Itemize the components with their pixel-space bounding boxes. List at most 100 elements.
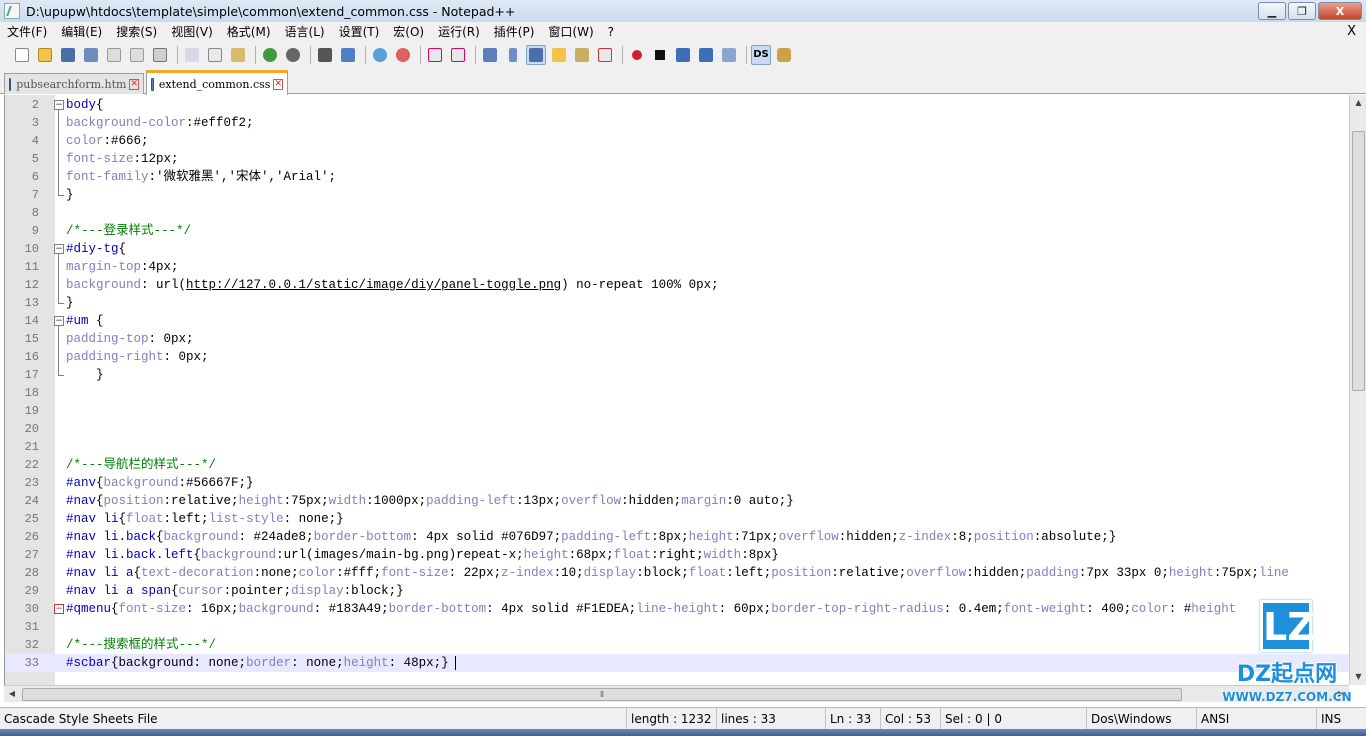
- record-macro-icon[interactable]: [627, 45, 647, 65]
- menu-file[interactable]: 文件(F): [0, 23, 54, 40]
- code-line[interactable]: 30 − #qmenu{font-size: 16px;background: #1…: [5, 600, 1351, 618]
- save-all-icon[interactable]: [81, 45, 101, 65]
- zoom-in-icon[interactable]: [370, 45, 390, 65]
- code-line[interactable]: 18: [5, 384, 1351, 402]
- code-line[interactable]: 28 #nav li a{text-decoration:none;color:#…: [5, 564, 1351, 582]
- code-line[interactable]: 21: [5, 438, 1351, 456]
- menu-macro[interactable]: 宏(O): [386, 23, 431, 40]
- code-line[interactable]: 32 /*---搜索框的样式---*/: [5, 636, 1351, 654]
- undo-icon[interactable]: [260, 45, 280, 65]
- fold-toggle-icon[interactable]: −: [54, 604, 64, 614]
- code-line[interactable]: 31: [5, 618, 1351, 636]
- code-token: background: [66, 278, 142, 292]
- play-macro-icon[interactable]: [673, 45, 693, 65]
- sync-horizontal-icon[interactable]: [448, 45, 468, 65]
- code-line[interactable]: 27 #nav li.back.left{background:url(image…: [5, 546, 1351, 564]
- code-line[interactable]: 2 − body{: [5, 96, 1351, 114]
- plugin-icon[interactable]: [774, 45, 794, 65]
- code-line[interactable]: 10 − #diy-tg{: [5, 240, 1351, 258]
- code-line[interactable]: 8: [5, 204, 1351, 222]
- fold-toggle-icon[interactable]: −: [54, 244, 64, 254]
- menu-settings[interactable]: 设置(T): [332, 23, 387, 40]
- scroll-right-icon[interactable]: ▶: [1333, 686, 1349, 702]
- indent-guide-icon[interactable]: [526, 44, 546, 65]
- menu-language[interactable]: 语言(L): [278, 23, 332, 40]
- code-line[interactable]: 5 font-size:12px;: [5, 150, 1351, 168]
- code-token: {: [118, 512, 127, 526]
- vertical-scrollbar[interactable]: ▲ ▼: [1349, 95, 1366, 685]
- word-wrap-icon[interactable]: [480, 45, 500, 65]
- find-icon[interactable]: [315, 45, 335, 65]
- menu-view[interactable]: 视图(V): [164, 23, 220, 40]
- close-all-icon[interactable]: [127, 45, 147, 65]
- doc-map-icon[interactable]: [572, 45, 592, 65]
- stop-macro-icon[interactable]: [650, 45, 670, 65]
- replace-icon[interactable]: [338, 45, 358, 65]
- save-icon[interactable]: [58, 45, 78, 65]
- copy-icon[interactable]: [205, 45, 225, 65]
- vertical-scroll-thumb[interactable]: [1352, 131, 1365, 391]
- scroll-left-icon[interactable]: ◀: [4, 686, 20, 702]
- code-line[interactable]: 22 /*---导航栏的样式---*/: [5, 456, 1351, 474]
- code-line[interactable]: 23 #anv{background:#56667F;}: [5, 474, 1351, 492]
- menu-format[interactable]: 格式(M): [220, 23, 278, 40]
- open-file-icon[interactable]: [35, 45, 55, 65]
- notepadpp-app-icon[interactable]: [4, 3, 20, 19]
- close-document-button[interactable]: X: [1347, 24, 1356, 39]
- menu-edit[interactable]: 编辑(E): [54, 23, 109, 40]
- minimize-button[interactable]: ▁: [1258, 2, 1286, 20]
- code-line[interactable]: 12 background: url(http://127.0.0.1/stati…: [5, 276, 1351, 294]
- function-list-icon[interactable]: [595, 45, 615, 65]
- show-all-chars-icon[interactable]: [503, 45, 523, 65]
- code-line[interactable]: 4 color:#666;: [5, 132, 1351, 150]
- redo-icon[interactable]: [283, 45, 303, 65]
- code-line[interactable]: 16 padding-right: 0px;: [5, 348, 1351, 366]
- code-line[interactable]: 17 }: [5, 366, 1351, 384]
- code-line[interactable]: 20: [5, 420, 1351, 438]
- code-line[interactable]: 19: [5, 402, 1351, 420]
- tab-close-icon[interactable]: ✕: [273, 78, 283, 90]
- code-line[interactable]: 24 #nav{position:relative;height:75px;wid…: [5, 492, 1351, 510]
- code-line[interactable]: 15 padding-top: 0px;: [5, 330, 1351, 348]
- code-line[interactable]: 14 − #um {: [5, 312, 1351, 330]
- menu-plugins[interactable]: 插件(P): [487, 23, 542, 40]
- paste-icon[interactable]: [228, 45, 248, 65]
- menu-run[interactable]: 运行(R): [431, 23, 487, 40]
- maximize-button[interactable]: ❐: [1288, 2, 1316, 20]
- scroll-up-icon[interactable]: ▲: [1352, 95, 1365, 111]
- code-line[interactable]: 25 #nav li{float:left;list-style: none;}: [5, 510, 1351, 528]
- menu-help[interactable]: ?: [601, 25, 621, 39]
- tab-pubsearchform[interactable]: pubsearchform.htm ✕: [4, 73, 144, 94]
- tab-extend-common[interactable]: extend_common.css ✕: [146, 70, 288, 95]
- code-line[interactable]: 13}: [5, 294, 1351, 312]
- tab-close-icon[interactable]: ✕: [129, 78, 139, 90]
- menu-search[interactable]: 搜索(S): [109, 23, 164, 40]
- ds-icon[interactable]: DS: [751, 44, 771, 65]
- horizontal-scrollbar[interactable]: ◀ ⦀ ▶: [4, 685, 1349, 702]
- new-file-icon[interactable]: [12, 45, 32, 65]
- fold-toggle-icon[interactable]: −: [54, 316, 64, 326]
- code-line[interactable]: 29 #nav li a span{cursor:pointer;display:…: [5, 582, 1351, 600]
- code-editor[interactable]: 2− body{3 background-color:#eff0f2; 4 color:…: [4, 95, 1351, 685]
- code-line[interactable]: 11 margin-top:4px;: [5, 258, 1351, 276]
- scroll-down-icon[interactable]: ▼: [1352, 669, 1365, 685]
- code-token: font-size: [381, 566, 449, 580]
- close-icon[interactable]: [104, 45, 124, 65]
- run-macro-multiple-icon[interactable]: [696, 45, 716, 65]
- code-line[interactable]: 6 font-family:'微软雅黑','宋体','Arial';: [5, 168, 1351, 186]
- code-line[interactable]: 26 #nav li.back{background: #24ade8;borde…: [5, 528, 1351, 546]
- horizontal-scroll-thumb[interactable]: ⦀: [22, 688, 1182, 701]
- menu-window[interactable]: 窗口(W): [541, 23, 600, 40]
- zoom-out-icon[interactable]: [393, 45, 413, 65]
- print-icon[interactable]: [150, 45, 170, 65]
- code-line[interactable]: 33 #scbar{background: none;border: none;h…: [5, 654, 1351, 672]
- close-button[interactable]: X: [1318, 2, 1362, 20]
- fold-toggle-icon[interactable]: −: [54, 100, 64, 110]
- user-defined-lang-icon[interactable]: [549, 45, 569, 65]
- code-line[interactable]: 9 /*---登录样式---*/: [5, 222, 1351, 240]
- sync-vertical-icon[interactable]: [425, 45, 445, 65]
- save-macro-icon[interactable]: [719, 45, 739, 65]
- code-line[interactable]: 7}: [5, 186, 1351, 204]
- cut-icon[interactable]: [182, 45, 202, 65]
- code-line[interactable]: 3 background-color:#eff0f2;: [5, 114, 1351, 132]
